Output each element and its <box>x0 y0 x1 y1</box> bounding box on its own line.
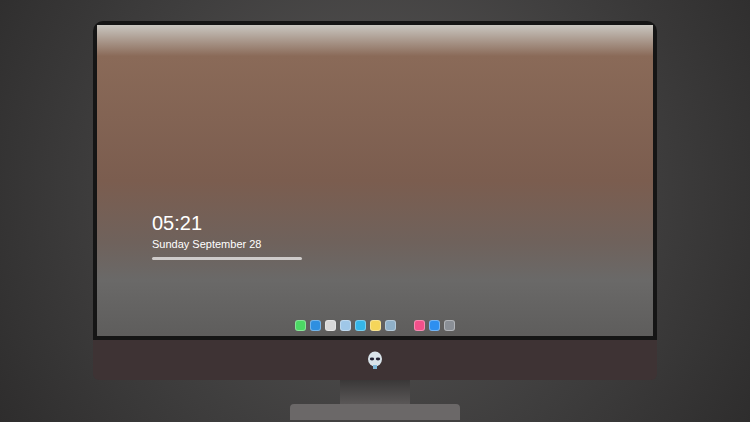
dock-app-icon[interactable] <box>385 320 396 331</box>
desktop-screen: 05:21 Sunday September 28 <box>97 25 653 336</box>
clock-subtitle-line <box>152 257 302 260</box>
page: 05:21 Sunday September 28 <box>0 0 750 422</box>
alien-logo-icon <box>367 351 383 369</box>
monitor: 05:21 Sunday September 28 <box>93 21 657 420</box>
monitor-chin <box>93 340 657 380</box>
dock <box>97 320 653 331</box>
dock-app-icon[interactable] <box>444 320 455 331</box>
monitor-base <box>290 404 460 420</box>
clock-time: 05:21 <box>152 211 653 235</box>
dock-app-icon[interactable] <box>370 320 381 331</box>
dock-app-icon[interactable] <box>355 320 366 331</box>
lock-clock: 05:21 Sunday September 28 <box>97 25 653 260</box>
monitor-bezel: 05:21 Sunday September 28 <box>93 21 657 340</box>
dock-app-icon[interactable] <box>295 320 306 331</box>
dock-apps <box>295 320 396 331</box>
dock-app-icon[interactable] <box>429 320 440 331</box>
dock-app-icon[interactable] <box>310 320 321 331</box>
clock-date: Sunday September 28 <box>152 237 653 251</box>
monitor-neck <box>340 380 410 404</box>
dock-app-icon[interactable] <box>325 320 336 331</box>
dock-app-icon[interactable] <box>340 320 351 331</box>
dock-app-icon[interactable] <box>414 320 425 331</box>
dock-pinned <box>414 320 455 331</box>
